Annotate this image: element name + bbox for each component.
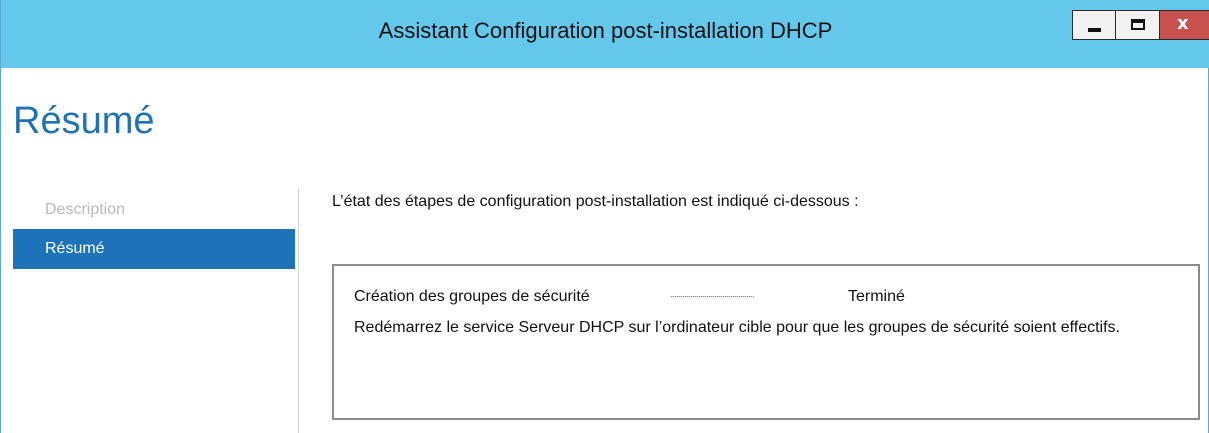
sidebar-item-description[interactable]: Description: [13, 190, 295, 230]
intro-text: L’état des étapes de configuration post-…: [332, 193, 859, 210]
minimize-icon: [1088, 28, 1101, 32]
dot-leader: ........................................…: [670, 289, 755, 299]
title-bar[interactable]: Assistant Configuration post-installatio…: [1, 0, 1209, 68]
results-panel: Création des groupes de sécurité........…: [332, 264, 1200, 420]
maximize-button[interactable]: [1116, 10, 1160, 40]
window-title: Assistant Configuration post-installatio…: [378, 18, 833, 43]
page-title: Résumé: [13, 100, 155, 142]
step-name: Création des groupes de sécurité: [354, 288, 590, 305]
wizard-window: Assistant Configuration post-installatio…: [0, 0, 1209, 433]
close-icon: x: [1177, 13, 1189, 34]
maximize-icon: [1131, 19, 1145, 30]
sidebar-item-resume[interactable]: Résumé: [13, 229, 295, 269]
restart-message: Redémarrez le service Serveur DHCP sur l…: [354, 319, 1120, 336]
sidebar-divider: [298, 188, 299, 433]
minimize-button[interactable]: [1072, 10, 1116, 40]
close-button[interactable]: x: [1160, 10, 1209, 40]
step-row: Création des groupes de sécurité........…: [354, 288, 905, 306]
step-status: Terminé: [848, 288, 905, 305]
